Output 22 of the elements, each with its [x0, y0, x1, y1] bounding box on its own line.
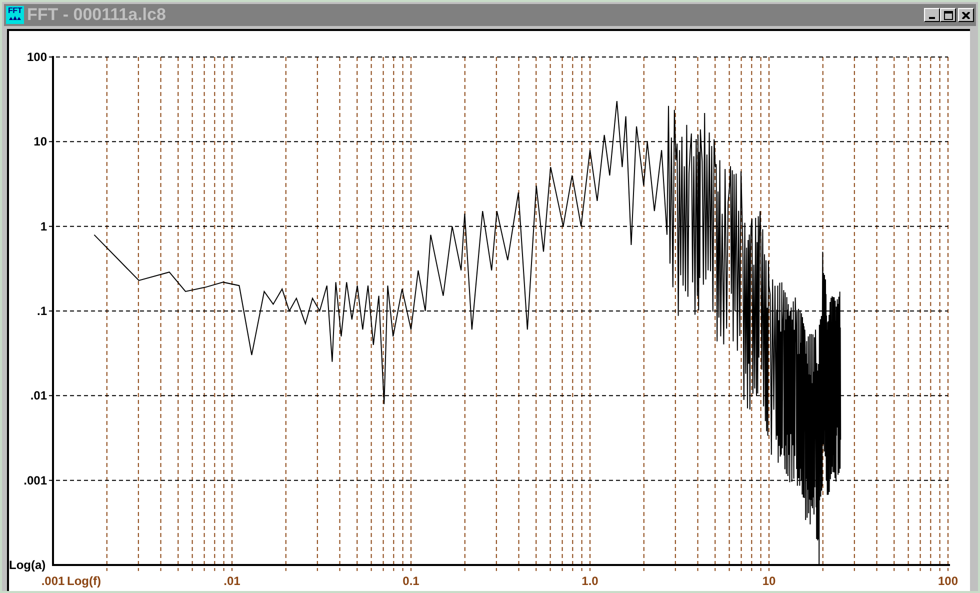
y-tick-label: .01 [30, 388, 47, 403]
x-axis-label: Log(f) [67, 574, 101, 588]
close-button[interactable] [958, 8, 974, 22]
x-tick-label: 10 [762, 574, 776, 588]
y-tick-label: .001 [24, 473, 47, 488]
x-tick-label: .001 [41, 574, 65, 588]
x-tick-label: 100 [938, 574, 958, 588]
window-title: FFT - 000111a.lc8 [27, 4, 166, 26]
maximize-button[interactable] [940, 8, 956, 22]
y-axis-label: Log(a) [9, 558, 46, 572]
close-icon [962, 12, 970, 18]
x-tick-label: .01 [224, 574, 240, 588]
minimize-button[interactable] [924, 8, 940, 22]
y-tick-label: .1 [36, 304, 47, 318]
minimize-icon [929, 17, 935, 19]
app-icon: FFT [6, 6, 24, 24]
x-tick-label: 1.0 [582, 574, 598, 588]
y-tick-label: 100 [26, 50, 47, 64]
maximize-icon [944, 10, 952, 20]
x-tick-label: 0.1 [402, 574, 420, 588]
y-tick-label: 10 [34, 134, 47, 149]
y-tick-label: 1 [40, 219, 47, 234]
